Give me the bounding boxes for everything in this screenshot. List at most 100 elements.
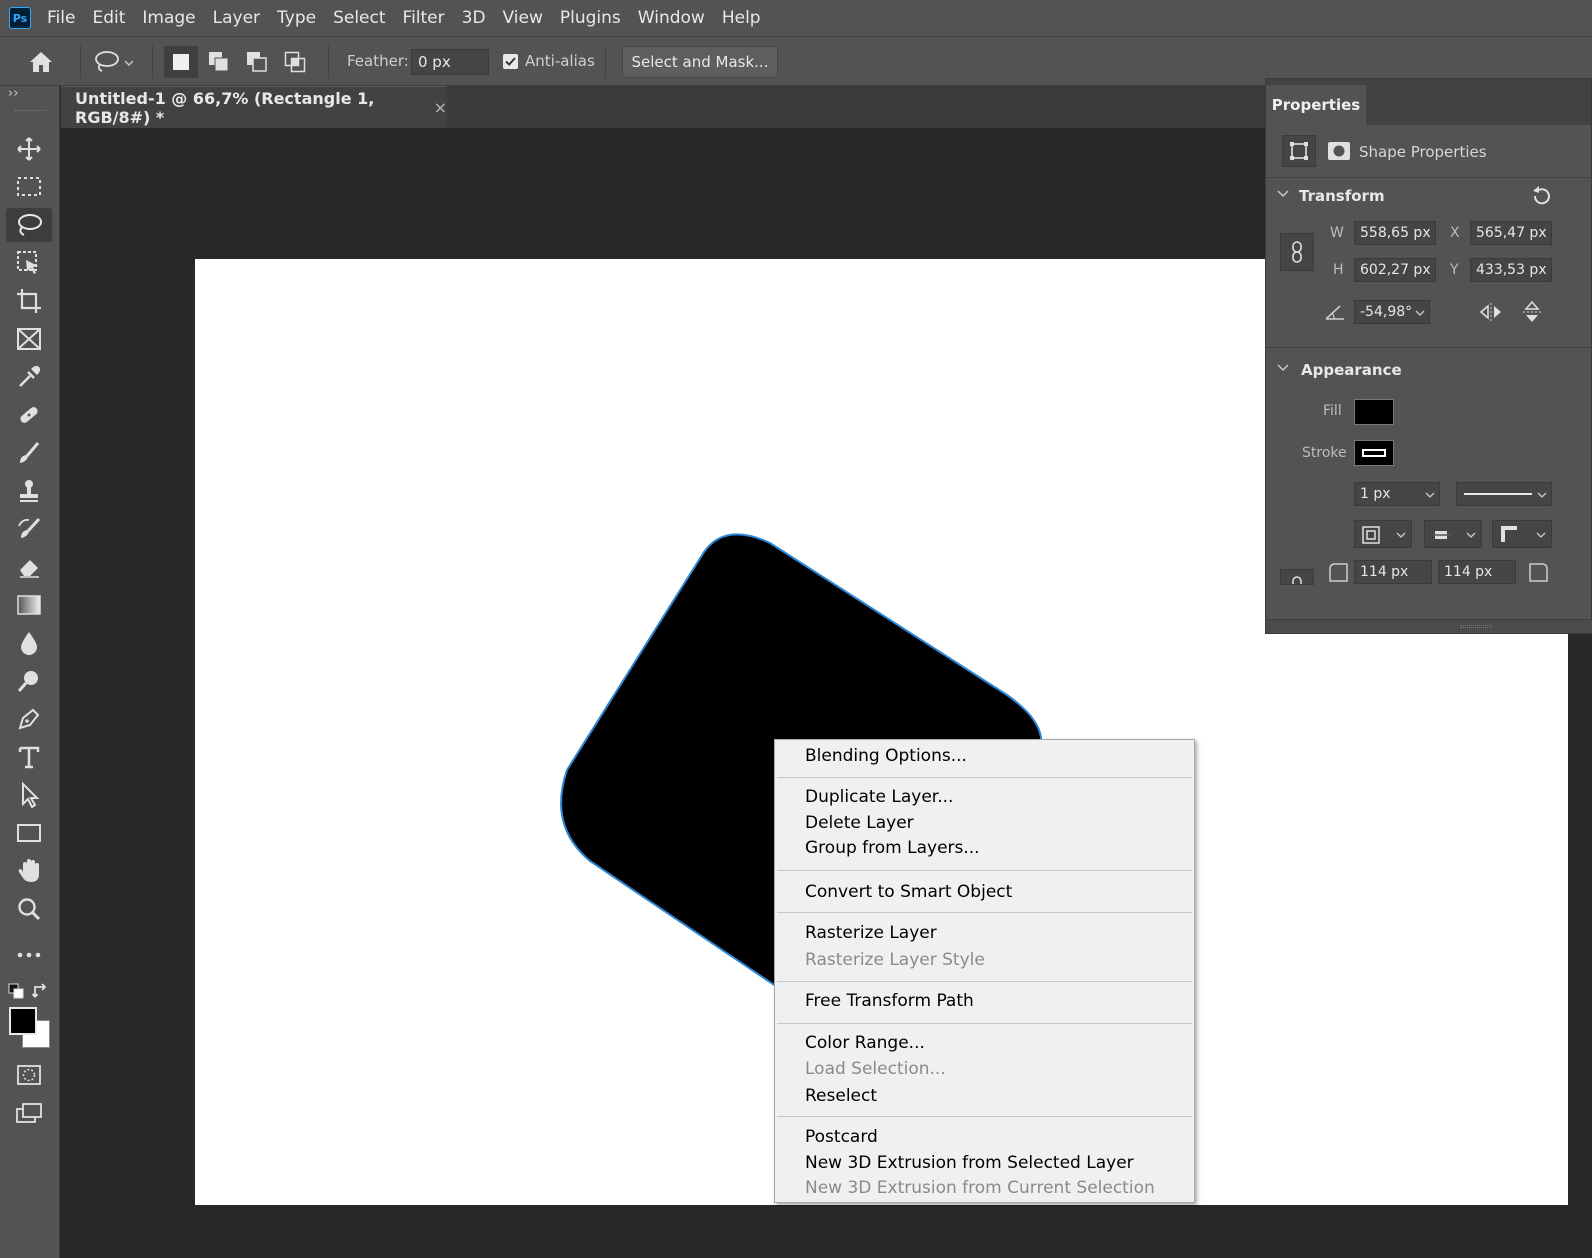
corner-radius-top-left-input[interactable]: 114 px — [1354, 560, 1432, 584]
menu-layer[interactable]: Layer — [213, 8, 260, 28]
menu-view[interactable]: View — [503, 8, 543, 28]
clone-stamp-tool[interactable] — [6, 474, 52, 508]
menu-help[interactable]: Help — [722, 8, 761, 28]
stroke-preview — [1362, 449, 1386, 457]
swap-colors-button[interactable] — [32, 982, 50, 1000]
quick-mask-button[interactable] — [6, 1058, 52, 1092]
menu-item-color-range[interactable]: Color Range... — [805, 1033, 925, 1053]
menu-item-reselect[interactable]: Reselect — [805, 1086, 877, 1106]
corner-top-left-icon — [1329, 563, 1348, 582]
menu-3d[interactable]: 3D — [462, 8, 486, 28]
panel-resize-grip[interactable] — [1266, 619, 1592, 633]
stroke-type-select[interactable] — [1456, 482, 1552, 506]
hand-icon — [18, 859, 39, 882]
new-selection-button[interactable] — [164, 46, 198, 78]
edit-toolbar-button[interactable] — [6, 938, 52, 972]
home-button[interactable] — [20, 47, 62, 77]
stroke-label: Stroke — [1302, 445, 1347, 461]
menu-bar: Ps File Edit Image Layer Type Select Fil… — [0, 0, 1592, 36]
lasso-preset-picker[interactable] — [88, 47, 142, 77]
solid-line-icon — [1464, 493, 1532, 495]
tab-properties[interactable]: Properties — [1266, 85, 1366, 125]
zoom-tool[interactable] — [6, 892, 52, 926]
dodge-tool[interactable] — [6, 664, 52, 698]
collapse-toolbar-button[interactable]: ›› — [8, 86, 18, 101]
document-tab[interactable]: Untitled-1 @ 66,7% (Rectangle 1, RGB/8#)… — [61, 86, 447, 128]
menu-item-convert-smart-object[interactable]: Convert to Smart Object — [805, 882, 1012, 902]
checkmark-icon — [505, 57, 516, 66]
menu-edit[interactable]: Edit — [92, 8, 125, 28]
menu-item-free-transform-path[interactable]: Free Transform Path — [805, 991, 974, 1011]
chevron-down-icon[interactable] — [1277, 189, 1289, 199]
type-tool[interactable] — [6, 740, 52, 774]
move-tool[interactable] — [6, 132, 52, 166]
stroke-caps-select[interactable] — [1424, 520, 1482, 548]
eyedropper-tool[interactable] — [6, 360, 52, 394]
height-input[interactable]: 602,27 px — [1354, 258, 1436, 282]
screen-mode-button[interactable] — [6, 1096, 52, 1130]
corner-radius-top-right-input[interactable]: 114 px — [1438, 560, 1516, 584]
width-input[interactable]: 558,65 px — [1354, 221, 1436, 245]
gradient-tool[interactable] — [6, 588, 52, 622]
stroke-corners-select[interactable] — [1492, 520, 1552, 548]
brush-tool[interactable] — [6, 436, 52, 470]
menu-plugins[interactable]: Plugins — [560, 8, 621, 28]
link-dimensions-button[interactable] — [1280, 233, 1314, 271]
flip-vertical-icon[interactable] — [1522, 299, 1542, 325]
antialias-checkbox[interactable] — [503, 54, 518, 69]
shape-properties-button[interactable] — [1282, 135, 1316, 167]
select-and-mask-button[interactable]: Select and Mask... — [622, 46, 778, 78]
menu-filter[interactable]: Filter — [403, 8, 445, 28]
pen-tool[interactable] — [6, 702, 52, 736]
subtract-selection-button[interactable] — [240, 46, 274, 78]
menu-select[interactable]: Select — [333, 8, 385, 28]
stroke-width-input[interactable]: 1 px — [1354, 482, 1440, 506]
menu-file[interactable]: File — [47, 8, 75, 28]
stamp-icon — [20, 480, 38, 502]
menu-item-rasterize-layer[interactable]: Rasterize Layer — [805, 923, 937, 943]
reset-transform-icon[interactable] — [1530, 185, 1552, 207]
intersect-selection-button[interactable] — [278, 46, 312, 78]
hand-tool[interactable] — [6, 854, 52, 888]
rectangle-tool[interactable] — [6, 816, 52, 850]
close-tab-button[interactable]: × — [434, 98, 447, 117]
link-corners-button[interactable] — [1280, 569, 1314, 585]
menu-separator — [777, 912, 1192, 913]
menu-item-postcard[interactable]: Postcard — [805, 1127, 878, 1147]
frame-tool[interactable] — [6, 322, 52, 356]
foreground-color-swatch[interactable] — [9, 1007, 37, 1035]
y-input[interactable]: 433,53 px — [1470, 258, 1552, 282]
history-brush-icon — [18, 517, 41, 538]
menu-item-blending-options[interactable]: Blending Options... — [805, 746, 967, 766]
menu-window[interactable]: Window — [638, 8, 705, 28]
object-selection-tool[interactable] — [6, 246, 52, 280]
menu-image[interactable]: Image — [142, 8, 195, 28]
x-input[interactable]: 565,47 px — [1470, 221, 1552, 245]
angle-icon — [1325, 305, 1344, 320]
chevron-down-icon[interactable] — [1277, 363, 1289, 373]
chevron-down-icon — [1425, 492, 1435, 498]
menu-item-delete-layer[interactable]: Delete Layer — [805, 813, 914, 833]
healing-brush-tool[interactable] — [6, 398, 52, 432]
angle-input[interactable]: -54,98° — [1354, 300, 1430, 324]
mask-properties-button[interactable] — [1322, 135, 1356, 167]
default-colors-button[interactable] — [8, 983, 24, 999]
eraser-tool[interactable] — [6, 550, 52, 584]
lasso-tool[interactable] — [6, 208, 52, 242]
blur-tool[interactable] — [6, 626, 52, 660]
feather-input[interactable]: 0 px — [411, 49, 489, 75]
add-selection-button[interactable] — [202, 46, 236, 78]
menu-item-group-from-layers[interactable]: Group from Layers... — [805, 838, 980, 858]
stroke-align-select[interactable] — [1354, 520, 1412, 548]
path-selection-tool[interactable] — [6, 778, 52, 812]
menu-item-duplicate-layer[interactable]: Duplicate Layer... — [805, 787, 953, 807]
toolbar-grip[interactable] — [14, 110, 46, 112]
fill-color-swatch[interactable] — [1354, 399, 1394, 425]
stroke-color-swatch[interactable] — [1354, 440, 1394, 466]
history-brush-tool[interactable] — [6, 512, 52, 546]
menu-type[interactable]: Type — [277, 8, 316, 28]
flip-horizontal-icon[interactable] — [1478, 302, 1504, 322]
marquee-tool[interactable] — [6, 170, 52, 204]
menu-item-3d-extrusion-selected-layer[interactable]: New 3D Extrusion from Selected Layer — [805, 1153, 1134, 1173]
crop-tool[interactable] — [6, 284, 52, 318]
